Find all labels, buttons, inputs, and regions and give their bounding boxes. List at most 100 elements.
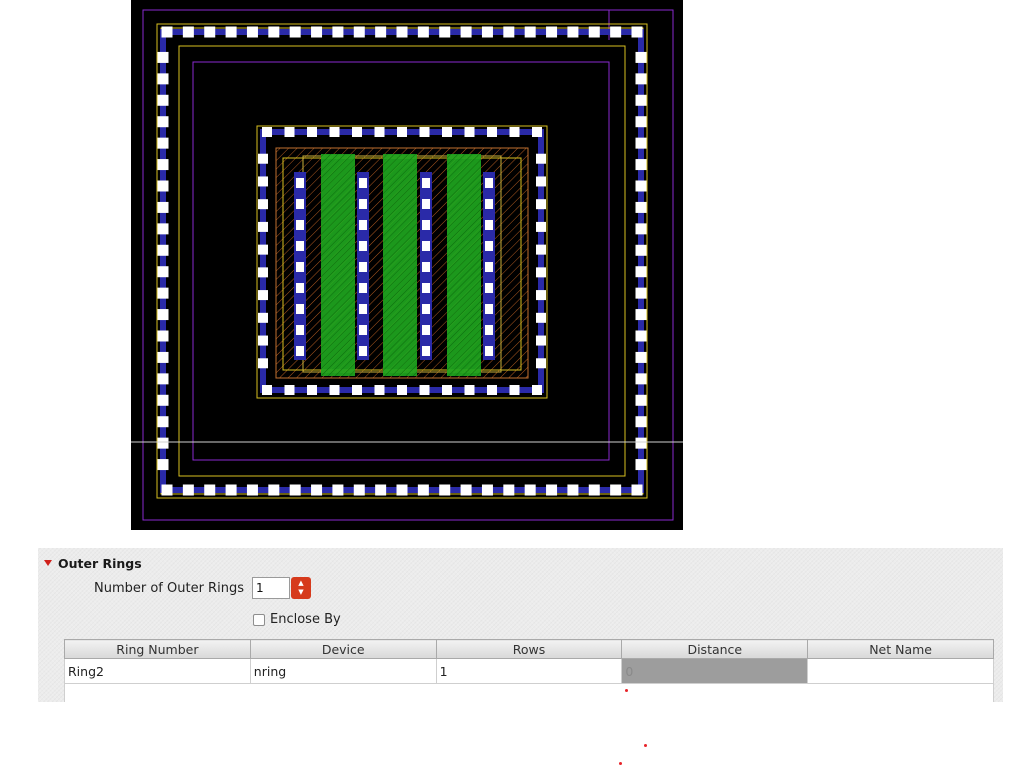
source-drain-contact (296, 325, 304, 335)
source-drain-contact (422, 199, 430, 209)
outer-ring-contact (182, 484, 194, 496)
table-row[interactable]: Ring2 nring 1 0 (64, 658, 994, 684)
outer-ring-contact (157, 116, 169, 128)
outer-ring-contact (204, 484, 216, 496)
outer-ring-contact (157, 51, 169, 63)
device-ring-contact (536, 312, 546, 323)
net-name-cell[interactable] (807, 658, 994, 684)
source-drain-contact (422, 178, 430, 188)
outer-ring-contact (157, 180, 169, 192)
enclose-by-label: Enclose By (270, 612, 341, 627)
source-drain-contact (485, 220, 493, 230)
column-header-device[interactable]: Device (249, 639, 437, 659)
device-ring-contact (258, 290, 268, 301)
source-drain-contact (359, 220, 367, 230)
outer-ring-contact (635, 116, 647, 128)
device-ring-contact (536, 221, 546, 232)
table-empty-area (64, 684, 994, 702)
outer-ring-contact (524, 484, 536, 496)
outer-ring-contact (157, 244, 169, 256)
device-ring-contact (442, 385, 452, 395)
outer-ring-contact (635, 137, 647, 149)
outer-rings-table: Ring Number Device Rows Distance Net Nam… (64, 639, 994, 684)
outer-rings-header[interactable]: Outer Rings (44, 554, 142, 572)
column-header-ring-number[interactable]: Ring Number (64, 639, 251, 659)
source-drain-contact (485, 241, 493, 251)
device-ring-contact (258, 221, 268, 232)
outer-ring-contact (157, 159, 169, 171)
device-ring-contact (258, 312, 268, 323)
enclose-by-row[interactable]: Enclose By (253, 612, 341, 627)
rows-cell[interactable]: 1 (435, 658, 623, 684)
enclose-by-checkbox[interactable] (253, 613, 265, 626)
outer-ring-contact (635, 373, 647, 385)
device-ring-contact (262, 385, 272, 395)
outer-rings-panel: Outer Rings Number of Outer Rings 1 ▲ ▼ … (38, 548, 1003, 702)
source-drain-contact (422, 283, 430, 293)
outer-ring-contact (635, 51, 647, 63)
device-ring-contact (532, 385, 542, 395)
device-ring-contact (258, 153, 268, 164)
spin-down-icon[interactable]: ▼ (298, 589, 303, 596)
number-of-outer-rings-spinbox[interactable]: 1 ▲ ▼ (252, 577, 312, 599)
collapse-triangle-icon[interactable] (44, 560, 52, 566)
outer-ring-contact (375, 26, 387, 38)
outer-ring-contact (635, 416, 647, 428)
device-ring-contact (536, 176, 546, 187)
outer-ring-contact (225, 484, 237, 496)
outer-ring-contact (157, 266, 169, 278)
device-ring-contact (329, 385, 340, 395)
spin-up-icon[interactable]: ▲ (298, 580, 303, 587)
device-ring-contact (509, 385, 520, 395)
device-ring-contact (352, 385, 362, 395)
device-ring-contact (419, 127, 430, 137)
marker-dot (625, 689, 628, 692)
outer-ring-contact (546, 484, 558, 496)
spinner-arrows-icon[interactable]: ▲ ▼ (291, 577, 311, 599)
device-ring-contact (509, 127, 520, 137)
outer-ring-contact (588, 26, 600, 38)
number-of-outer-rings-input[interactable]: 1 (252, 577, 290, 599)
outer-ring-contact (417, 484, 429, 496)
device-ring-contact (487, 385, 497, 395)
source-drain-contact (485, 262, 493, 272)
outer-ring-contact (182, 26, 194, 38)
column-header-net-name[interactable]: Net Name (807, 639, 994, 659)
device-ring-contact (532, 127, 542, 137)
device-ring-contact (397, 385, 407, 395)
device-ring-contact (352, 127, 362, 137)
source-drain-contact (485, 304, 493, 314)
outer-ring-contact (635, 180, 647, 192)
source-drain-contact (422, 346, 430, 356)
layout-canvas[interactable] (131, 0, 683, 530)
outer-ring-contact (157, 351, 169, 363)
device-ring-contact (307, 127, 317, 137)
source-drain-contact (359, 304, 367, 314)
device-ring-contact (442, 127, 452, 137)
poly-gate-hatch (447, 154, 481, 376)
source-drain-contact (359, 178, 367, 188)
outer-ring-contact (157, 73, 169, 85)
outer-ring-contact (417, 26, 429, 38)
device-cell[interactable]: nring (249, 658, 437, 684)
device-ring-contact (536, 267, 546, 278)
device-ring-contact (307, 385, 317, 395)
source-drain-contact (296, 199, 304, 209)
device-ring-contact (536, 199, 546, 210)
device-ring-contact (536, 153, 546, 164)
outer-ring-contact (161, 484, 173, 496)
outer-ring-contact (225, 26, 237, 38)
source-drain-contact (359, 325, 367, 335)
poly-gate-hatch (383, 154, 417, 376)
source-drain-contact (422, 220, 430, 230)
outer-ring-contact (157, 201, 169, 213)
outer-ring-contact (311, 484, 323, 496)
column-header-distance[interactable]: Distance (621, 639, 809, 659)
distance-cell[interactable]: 0 (621, 658, 809, 684)
ring-number-cell[interactable]: Ring2 (64, 658, 251, 684)
column-header-rows[interactable]: Rows (435, 639, 623, 659)
outer-ring-contact (157, 309, 169, 321)
source-drain-contact (296, 346, 304, 356)
marker-dot (644, 744, 647, 747)
source-drain-contact (296, 304, 304, 314)
